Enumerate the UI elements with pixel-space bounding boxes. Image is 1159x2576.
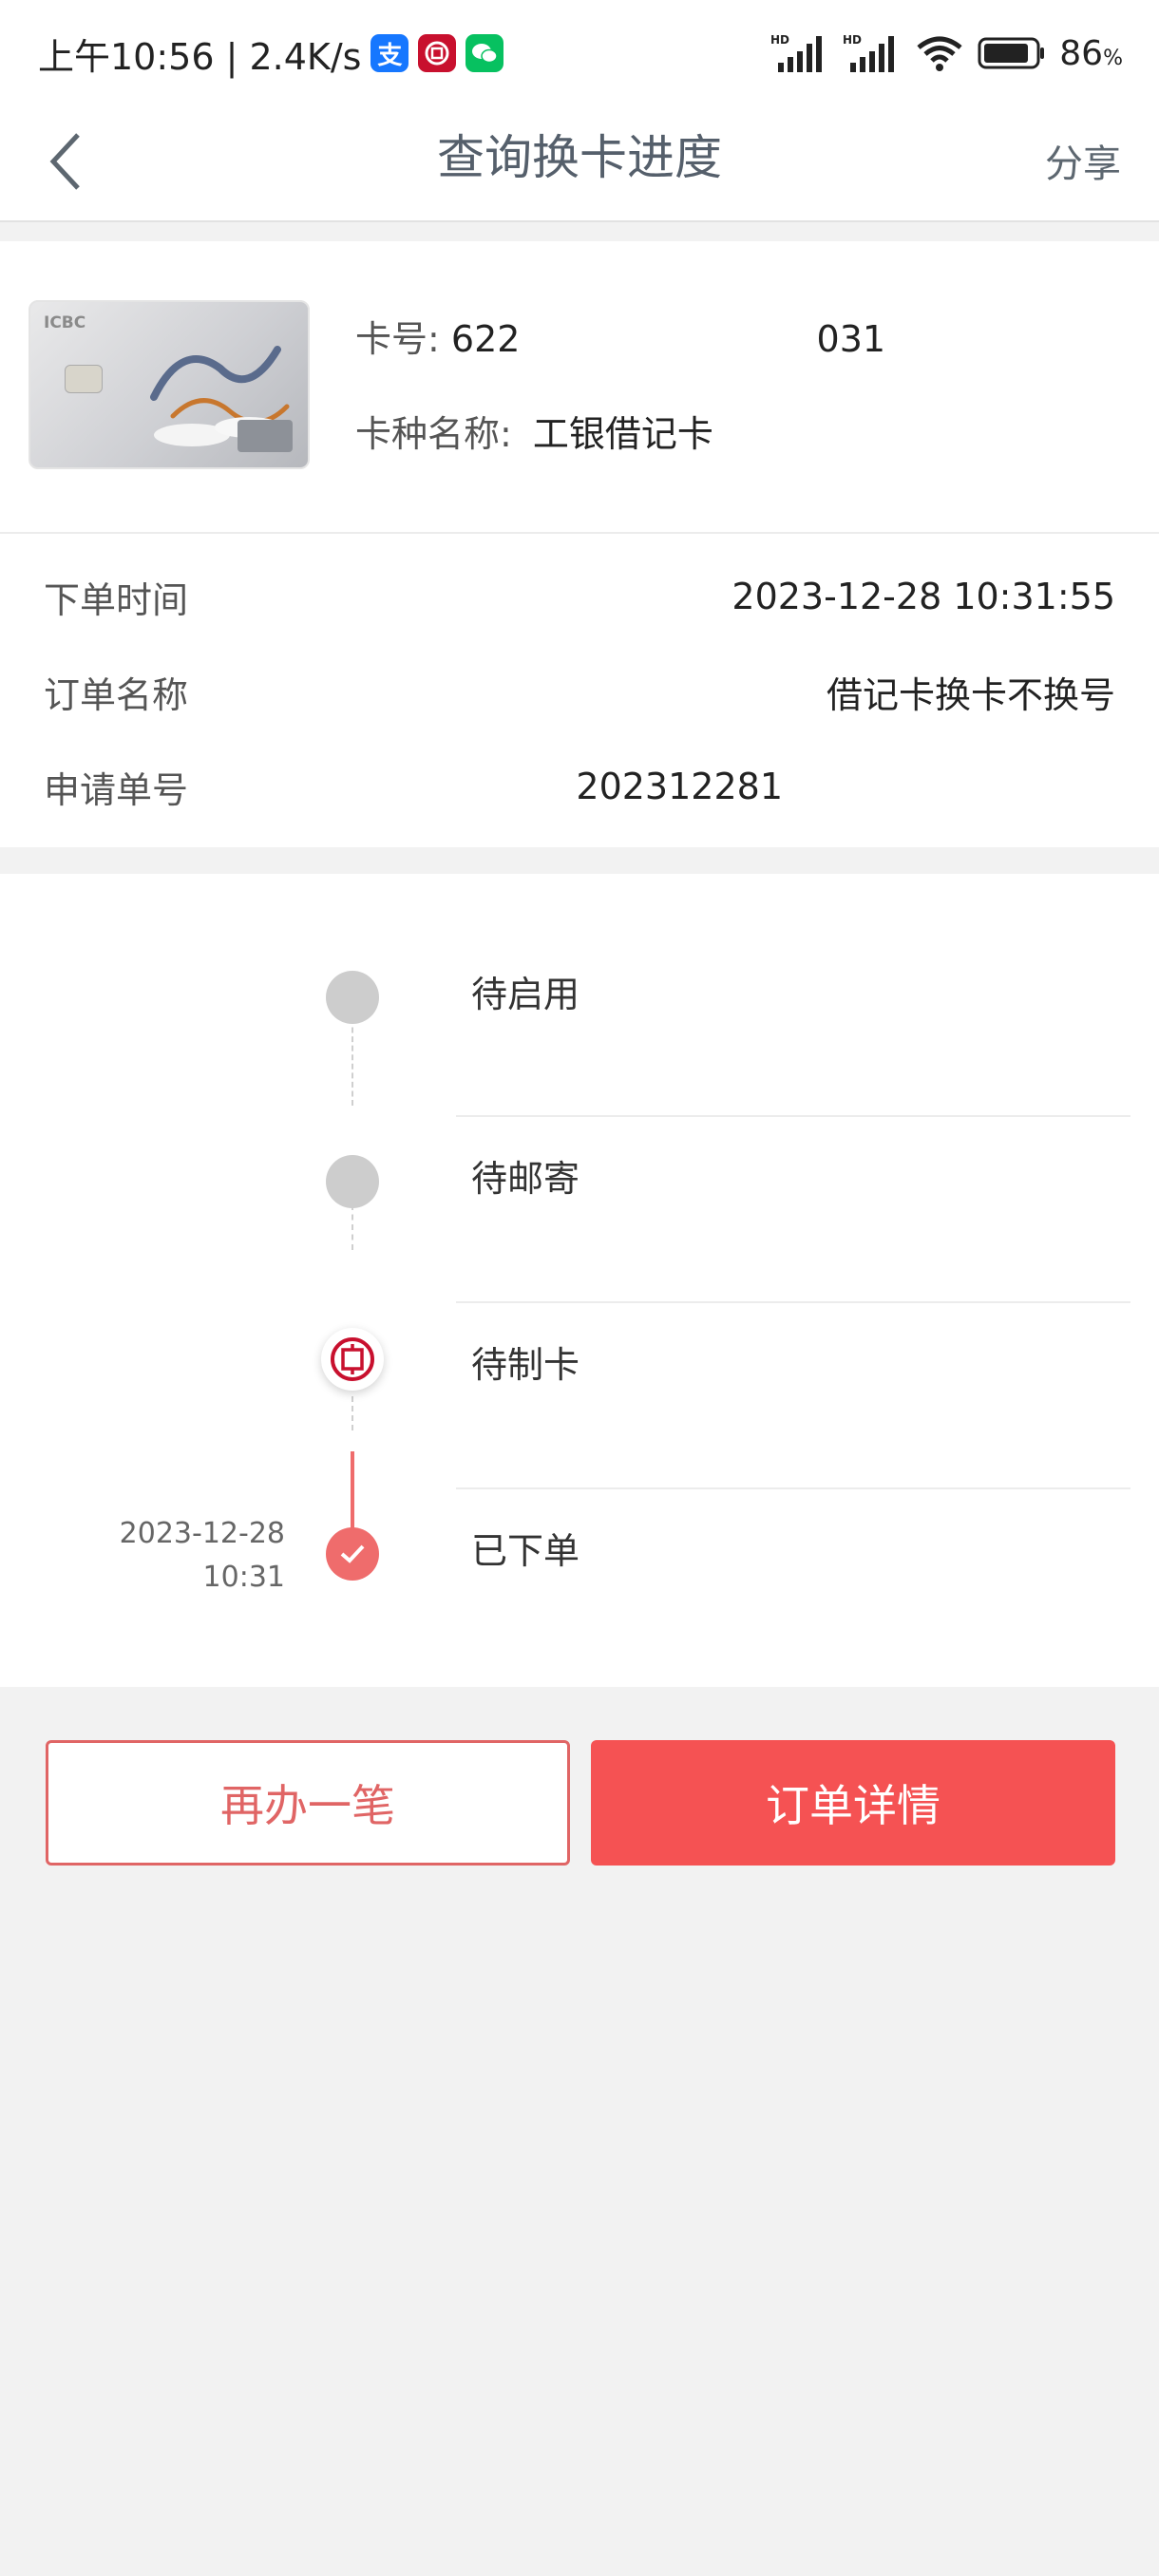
card-chip <box>65 365 103 393</box>
timeline-connector <box>352 1018 353 1106</box>
status-right: HD HD 86% <box>770 27 1123 80</box>
wechat-icon <box>466 34 504 72</box>
status-time-speed: 上午10:56 | 2.4K/s <box>38 35 362 78</box>
progress-timeline: 待启用 待邮寄 待制卡 2023-12-28 10:31 已下单 <box>0 874 1159 1687</box>
step-divider <box>456 1115 1130 1117</box>
step-label-to-mail: 待邮寄 <box>471 1158 580 1200</box>
step-date: 2023-12-28 <box>119 1517 285 1550</box>
card-number-end: 031 <box>816 318 886 360</box>
order-time-value: 2023-12-28 10:31:55 <box>732 576 1115 617</box>
step-label-to-make-card: 待制卡 <box>471 1344 580 1386</box>
step-divider <box>456 1487 1130 1489</box>
wifi-icon <box>917 36 962 71</box>
status-bar: 上午10:56 | 2.4K/s 支 HD HD 86% <box>0 0 1159 103</box>
order-name-label: 订单名称 <box>44 673 189 716</box>
hd-label: HD <box>843 33 862 47</box>
order-detail-button[interactable]: 订单详情 <box>591 1740 1115 1866</box>
info-row-order-time: 下单时间 2023-12-28 10:31:55 <box>44 568 1115 625</box>
step-time: 10:31 <box>202 1561 285 1594</box>
order-info: 下单时间 2023-12-28 10:31:55 订单名称 借记卡换卡不换号 申… <box>0 534 1159 847</box>
step-label-to-activate: 待启用 <box>471 974 580 1015</box>
order-name-value: 借记卡换卡不换号 <box>826 673 1115 716</box>
card-number-start: 622 <box>450 318 521 360</box>
check-icon <box>326 1527 379 1581</box>
page-title: 查询换卡进度 <box>437 130 722 185</box>
order-time-label: 下单时间 <box>44 578 189 621</box>
info-row-application-no: 申请单号 202312281 <box>44 758 1115 815</box>
step-dot-pending <box>326 971 379 1024</box>
card-number-label: 卡号: <box>355 318 440 360</box>
alipay-icon: 支 <box>370 34 409 72</box>
timeline-connector <box>352 1204 353 1250</box>
info-row-order-name: 订单名称 借记卡换卡不换号 <box>44 663 1115 720</box>
battery-icon <box>978 37 1045 69</box>
signal-icon: HD <box>770 33 823 72</box>
card-brand-logo: ICBC <box>44 313 86 332</box>
unionpay-logo <box>238 420 293 452</box>
card-type-value: 工银借记卡 <box>532 413 713 455</box>
signal-icon-2: HD <box>843 33 895 72</box>
nav-bar: 查询换卡进度 分享 <box>0 103 1159 222</box>
icbc-logo-icon <box>321 1328 384 1391</box>
card-type-label: 卡种名称: <box>355 413 512 455</box>
battery-level: 86% <box>1059 33 1123 73</box>
order-again-button[interactable]: 再办一笔 <box>46 1740 570 1866</box>
share-button[interactable]: 分享 <box>1045 133 1121 188</box>
step-divider <box>456 1301 1130 1303</box>
card-section: ICBC 卡号: 622 031 卡种名称: 工银借记卡 <box>0 241 1159 534</box>
step-dot-pending <box>326 1155 379 1208</box>
step-timestamp: 2023-12-28 10:31 <box>120 1512 285 1600</box>
application-no-label: 申请单号 <box>44 768 189 811</box>
card-image: ICBC <box>28 300 310 469</box>
card-number-row: 卡号: 622 031 <box>355 310 885 362</box>
icbc-icon <box>418 34 457 72</box>
status-left: 上午10:56 | 2.4K/s 支 <box>38 27 504 80</box>
card-type-row: 卡种名称: 工银借记卡 <box>355 405 713 457</box>
application-no-value: 202312281 <box>576 766 783 807</box>
timeline-connector <box>352 1396 353 1430</box>
hd-label: HD <box>770 33 789 47</box>
step-label-ordered: 已下单 <box>471 1530 580 1572</box>
